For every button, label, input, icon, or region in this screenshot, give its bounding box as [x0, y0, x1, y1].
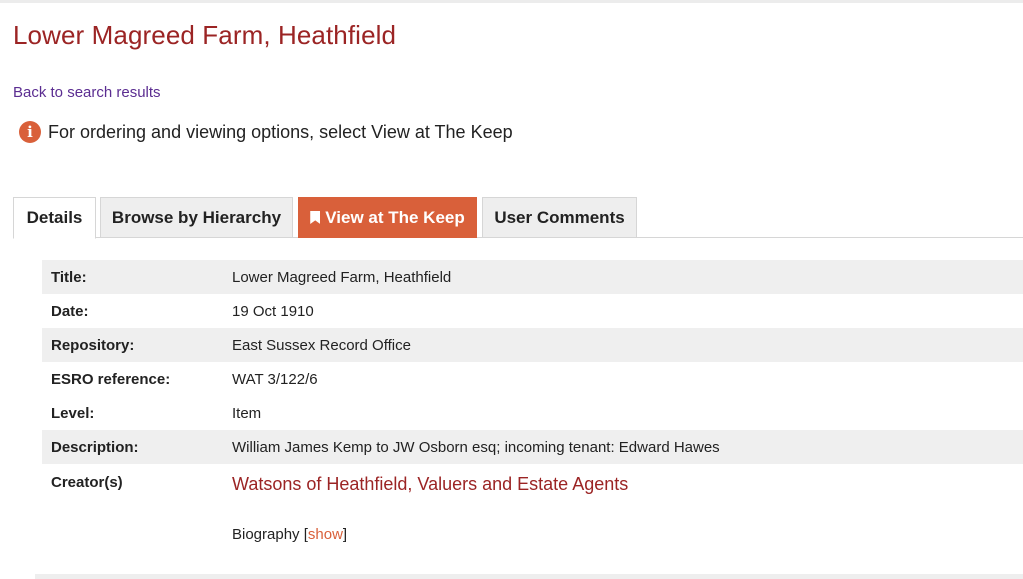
detail-value: WAT 3/122/6 [232, 370, 318, 388]
bottom-divider [35, 574, 1023, 579]
detail-label: Title: [51, 268, 87, 286]
detail-label: Description: [51, 438, 139, 456]
bookmark-icon [310, 211, 321, 224]
top-border [0, 0, 1023, 3]
tab-user-comments[interactable]: User Comments [482, 197, 637, 238]
creator-value: Watsons of Heathfield, Valuers and Estat… [232, 474, 1023, 564]
tab-bar: Details Browse by Hierarchy View at The … [13, 197, 1023, 239]
detail-label: ESRO reference: [51, 370, 171, 388]
biography-label: Biography [232, 526, 300, 543]
notice-text: For ordering and viewing options, select… [48, 121, 513, 142]
detail-value: Lower Magreed Farm, Heathfield [232, 268, 452, 286]
tab-keep-label: View at The Keep [325, 207, 465, 227]
info-icon: i [19, 121, 41, 143]
tab-comments-label: User Comments [494, 207, 625, 227]
detail-value: East Sussex Record Office [232, 336, 411, 354]
details-table: Title: Lower Magreed Farm, Heathfield Da… [42, 260, 1023, 564]
show-biography-link[interactable]: show [308, 526, 343, 543]
tab-view-at-the-keep[interactable]: View at The Keep [298, 197, 477, 238]
detail-value: William James Kemp to JW Osborn esq; inc… [232, 438, 720, 456]
detail-value: 19 Oct 1910 [232, 302, 314, 320]
detail-row-repository: Repository: East Sussex Record Office [42, 328, 1023, 362]
bracket-close: ] [342, 526, 348, 543]
ordering-notice: i For ordering and viewing options, sele… [19, 121, 513, 143]
detail-value: Item [232, 404, 262, 422]
detail-label: Creator(s) [51, 474, 123, 491]
detail-row-creators: Creator(s) Watsons of Heathfield, Valuer… [42, 464, 1023, 564]
back-to-search-link[interactable]: Back to search results [13, 84, 161, 101]
tab-browse-by-hierarchy[interactable]: Browse by Hierarchy [100, 197, 293, 238]
tab-details-label: Details [26, 208, 83, 227]
detail-row-reference: ESRO reference: WAT 3/122/6 [42, 362, 1023, 396]
creator-link[interactable]: Watsons of Heathfield, Valuers and Estat… [232, 474, 1023, 495]
detail-row-title: Title: Lower Magreed Farm, Heathfield [42, 260, 1023, 294]
page-title: Lower Magreed Farm, Heathfield [13, 20, 397, 50]
tab-details[interactable]: Details [13, 197, 96, 239]
detail-row-date: Date: 19 Oct 1910 [42, 294, 1023, 328]
detail-row-description: Description: William James Kemp to JW Os… [42, 430, 1023, 464]
detail-label: Date: [51, 302, 89, 320]
biography-line: Biography [show] [232, 526, 1023, 543]
detail-label: Repository: [51, 336, 135, 354]
tab-browse-label: Browse by Hierarchy [111, 207, 282, 227]
detail-row-level: Level: Item [42, 396, 1023, 430]
detail-label: Level: [51, 404, 95, 422]
